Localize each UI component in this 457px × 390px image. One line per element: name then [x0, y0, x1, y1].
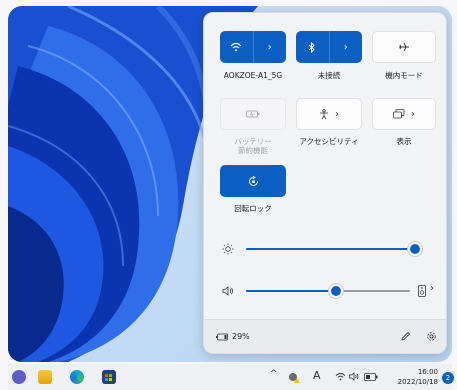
rotation-lock-label: 回転ロック: [234, 204, 272, 213]
brightness-thumb[interactable]: [409, 244, 420, 254]
wifi-expand-icon[interactable]: ›: [254, 31, 287, 63]
quick-settings-footer: 29%: [204, 319, 446, 353]
accessibility-expand-icon: ›: [335, 108, 339, 120]
wifi-icon: [230, 42, 242, 52]
battery-saver-tile[interactable]: [220, 98, 286, 130]
bluetooth-tile[interactable]: ›: [296, 31, 362, 63]
notification-badge[interactable]: 2: [442, 372, 454, 384]
rotation-lock-tile[interactable]: [220, 165, 286, 197]
battery-percentage: 29%: [232, 332, 250, 341]
edge-icon[interactable]: [70, 370, 84, 384]
network-icon[interactable]: [335, 372, 346, 381]
volume-thumb[interactable]: [331, 286, 342, 296]
file-explorer-icon[interactable]: [38, 370, 52, 384]
brightness-icon: [222, 243, 234, 255]
wifi-toggle[interactable]: [220, 31, 253, 63]
airplane-mode-label: 機内モード: [385, 71, 423, 80]
accessibility-label: アクセシビリティ: [299, 137, 359, 146]
quick-settings-panel: › AOKZOE-A1_5G › 未接続 機内モード バッテリー 節約機能 › …: [203, 12, 447, 354]
volume-icon[interactable]: [222, 285, 234, 297]
display-label: 表示: [396, 137, 412, 146]
taskbar: ^ A 16:00 2022/10/18 2: [8, 364, 454, 390]
warning-icon[interactable]: [288, 372, 300, 383]
audio-output-expand-icon[interactable]: ›: [430, 283, 434, 294]
volume-slider[interactable]: ›: [218, 283, 434, 299]
audio-output-icon[interactable]: [418, 285, 426, 297]
start-icon[interactable]: [12, 370, 26, 384]
bluetooth-expand-icon[interactable]: ›: [330, 31, 363, 63]
display-expand-icon: ›: [411, 108, 415, 120]
brightness-slider[interactable]: [218, 241, 432, 257]
accessibility-icon: [320, 108, 328, 119]
desktop-frame: › AOKZOE-A1_5G › 未接続 機内モード バッテリー 節約機能 › …: [0, 0, 457, 390]
battery-tray-icon[interactable]: [364, 373, 378, 381]
display-icon: [393, 109, 405, 119]
bluetooth-label: 未接続: [317, 71, 341, 80]
clock-time: 16:00: [417, 368, 438, 376]
airplane-mode-tile[interactable]: [372, 31, 436, 63]
speaker-icon[interactable]: [349, 372, 360, 381]
edit-icon[interactable]: [400, 331, 411, 342]
bluetooth-toggle[interactable]: [296, 31, 329, 63]
volume-fill: [246, 290, 337, 292]
store-icon[interactable]: [102, 370, 116, 384]
gear-icon[interactable]: [426, 331, 437, 342]
clock[interactable]: 16:00 2022/10/18: [394, 367, 438, 387]
wifi-label: AOKZOE-A1_5G: [223, 71, 283, 80]
airplane-icon: [399, 42, 409, 52]
battery-saver-label: バッテリー 節約機能: [234, 137, 272, 155]
display-tile[interactable]: ›: [372, 98, 436, 130]
bluetooth-icon: [308, 41, 315, 53]
brightness-track[interactable]: [246, 248, 415, 250]
clock-date: 2022/10/18: [397, 378, 438, 386]
ime-indicator[interactable]: A: [313, 369, 321, 382]
rotation-lock-icon: [248, 175, 258, 186]
battery-icon[interactable]: [216, 333, 228, 341]
tray-overflow-chevron[interactable]: ^: [270, 369, 278, 379]
battery-saver-icon: [246, 110, 260, 118]
accessibility-tile[interactable]: ›: [296, 98, 362, 130]
wifi-tile[interactable]: ›: [220, 31, 286, 63]
